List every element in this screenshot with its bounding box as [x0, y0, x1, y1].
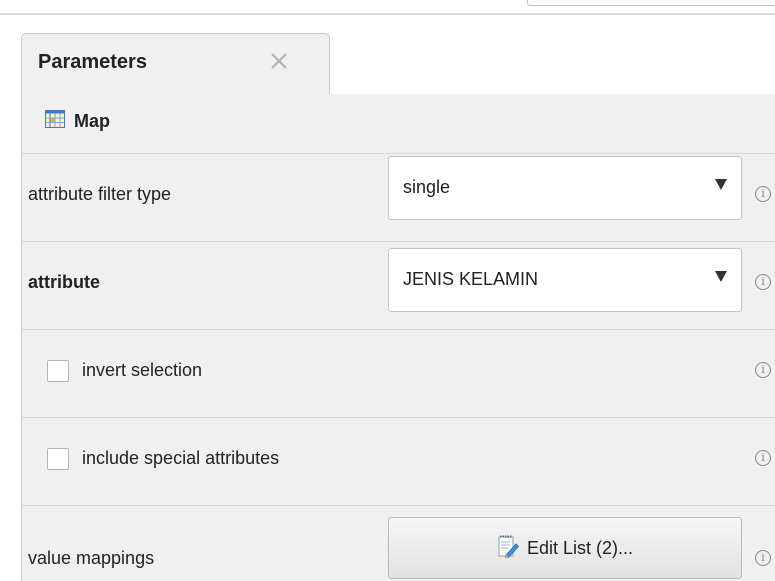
- top-divider: [0, 13, 775, 15]
- include-special-label[interactable]: include special attributes: [82, 448, 279, 469]
- info-icon[interactable]: i: [755, 450, 771, 466]
- info-icon[interactable]: i: [755, 362, 771, 378]
- value-mappings-label: value mappings: [28, 548, 155, 568]
- invert-selection-checkbox[interactable]: [47, 360, 69, 382]
- operator-name: Map: [74, 111, 110, 131]
- param-row-invert-selection: invert selection i: [22, 330, 775, 418]
- attribute-value: JENIS KELAMIN: [403, 269, 539, 289]
- edit-list-button[interactable]: Edit List (2)...: [388, 517, 742, 579]
- top-field-edge: [527, 0, 775, 6]
- info-icon[interactable]: i: [755, 186, 771, 202]
- info-icon[interactable]: i: [755, 274, 771, 290]
- param-row-filter-type: attribute filter type single i: [22, 154, 775, 242]
- parameters-window: Parameters Map attribute filter type sin…: [0, 0, 775, 581]
- parameters-panel: Map attribute filter type single i attri…: [21, 94, 775, 581]
- info-icon[interactable]: i: [755, 550, 771, 566]
- attribute-label: attribute: [28, 272, 100, 292]
- close-icon[interactable]: [265, 47, 293, 75]
- filter-type-value: single: [403, 177, 451, 197]
- param-row-value-mappings: value mappings Edit List (2)... i: [22, 506, 775, 581]
- operator-header: Map: [22, 94, 775, 154]
- map-operator-icon: [45, 110, 65, 128]
- attribute-dropdown[interactable]: JENIS KELAMIN: [388, 248, 742, 312]
- edit-list-icon: [497, 534, 520, 563]
- invert-selection-label[interactable]: invert selection: [82, 360, 202, 381]
- param-row-include-special: include special attributes i: [22, 418, 775, 506]
- tab-title: Parameters: [38, 51, 147, 73]
- filter-type-dropdown[interactable]: single: [388, 156, 742, 220]
- param-row-attribute: attribute JENIS KELAMIN i: [22, 242, 775, 330]
- tab-parameters[interactable]: Parameters: [21, 33, 330, 95]
- include-special-checkbox[interactable]: [47, 448, 69, 470]
- dropdown-arrow-icon: [715, 271, 727, 282]
- dropdown-arrow-icon: [715, 179, 727, 190]
- edit-list-label: Edit List (2)...: [526, 537, 634, 558]
- filter-type-label: attribute filter type: [28, 184, 172, 204]
